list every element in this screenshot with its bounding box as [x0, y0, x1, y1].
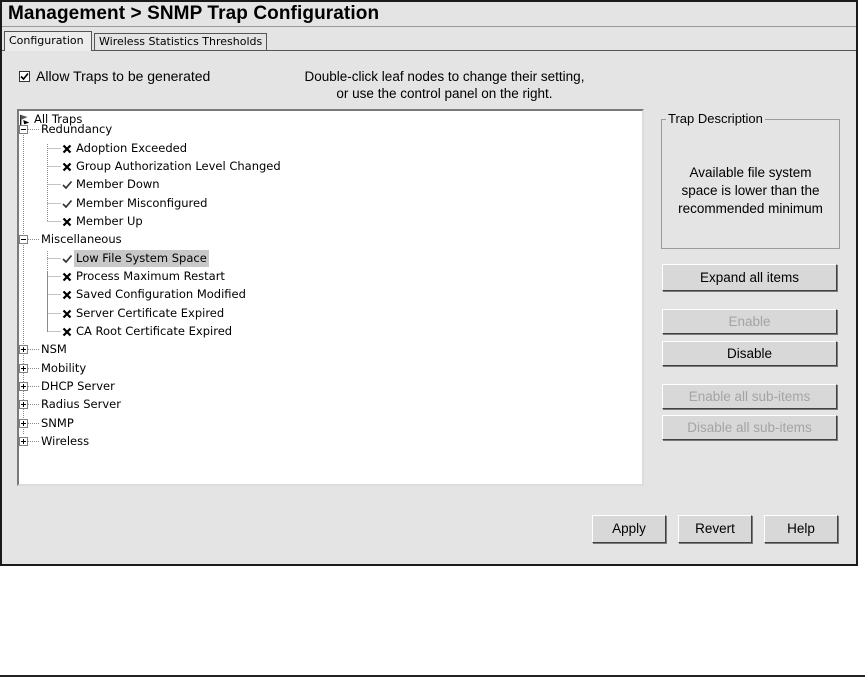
disabled-x-icon: [62, 272, 72, 281]
enabled-check-icon: [62, 180, 73, 189]
enabled-check-icon: [62, 254, 73, 263]
page-bottom-rule: [0, 675, 865, 677]
tree-group-miscellaneous[interactable]: Miscellaneous: [39, 231, 124, 248]
tree-item-label: Member Down: [76, 177, 160, 191]
tree-group-label: NSM: [41, 342, 67, 356]
tree-item-low-file-system-space[interactable]: Low File System Space: [61, 250, 209, 267]
tree-item-server-certificate-expired[interactable]: Server Certificate Expired: [61, 305, 226, 322]
tab-configuration[interactable]: Configuration: [4, 31, 92, 51]
collapse-redundancy-toggle[interactable]: [19, 125, 28, 134]
allow-traps-label: Allow Traps to be generated: [36, 68, 211, 84]
enable-button[interactable]: Enable: [662, 309, 837, 334]
tree-item-label: Member Misconfigured: [76, 196, 208, 210]
tree-group-label: SNMP: [41, 416, 74, 430]
trap-description-text: Available file system space is lower tha…: [666, 164, 835, 218]
enabled-check-icon: [62, 199, 73, 208]
snmp-trap-configuration-window: Management > SNMP Trap Configuration Con…: [0, 0, 858, 566]
tree-group-redundancy[interactable]: Redundancy: [39, 121, 114, 138]
expand-dhcp-server-toggle[interactable]: [19, 382, 28, 391]
instructions-text: Double-click leaf nodes to change their …: [277, 68, 612, 102]
trap-description-line-1: Available file system: [689, 165, 812, 180]
tree-group-snmp[interactable]: SNMP: [39, 415, 76, 432]
enable-all-sub-items-button[interactable]: Enable all sub-items: [662, 384, 837, 409]
allow-traps-option[interactable]: Allow Traps to be generated: [19, 68, 210, 84]
tree-item-ca-root-certificate-expired[interactable]: CA Root Certificate Expired: [61, 323, 234, 340]
tree-item-member-misconfigured[interactable]: Member Misconfigured: [61, 195, 209, 212]
trap-description-panel: Trap Description Available file system s…: [661, 111, 840, 249]
tree-item-adoption-exceeded[interactable]: Adoption Exceeded: [61, 140, 189, 157]
tree-group-label: DHCP Server: [41, 379, 115, 393]
expand-radius-server-toggle[interactable]: [19, 400, 28, 409]
tree-group-label: Radius Server: [41, 397, 121, 411]
tree-group-label: Mobility: [41, 361, 87, 375]
tree-item-label: Adoption Exceeded: [76, 141, 188, 155]
trap-description-line-3: recommended minimum: [678, 201, 823, 216]
tree-item-label-selected: Low File System Space: [74, 250, 209, 267]
disable-button[interactable]: Disable: [662, 341, 837, 366]
flag-icon: [20, 114, 30, 125]
expand-snmp-toggle[interactable]: [19, 419, 28, 428]
tree-item-label: Server Certificate Expired: [76, 306, 225, 320]
expand-wireless-toggle[interactable]: [19, 437, 28, 446]
help-button[interactable]: Help: [764, 515, 838, 543]
tree-group-label: Miscellaneous: [41, 232, 122, 246]
tree-group-nsm[interactable]: NSM: [39, 341, 69, 358]
expand-all-items-button[interactable]: Expand all items: [662, 264, 837, 291]
instructions-line-2: or use the control panel on the right.: [336, 86, 553, 101]
disabled-x-icon: [62, 309, 72, 318]
tree-item-process-maximum-restart[interactable]: Process Maximum Restart: [61, 268, 227, 285]
tree-group-radius-server[interactable]: Radius Server: [39, 396, 123, 413]
tree-item-member-up[interactable]: Member Up: [61, 213, 145, 230]
disable-all-sub-items-button[interactable]: Disable all sub-items: [662, 415, 837, 440]
trap-description-line-2: space is lower than the: [681, 183, 820, 198]
disabled-x-icon: [62, 162, 72, 171]
disabled-x-icon: [62, 290, 72, 299]
tree-item-saved-configuration-modified[interactable]: Saved Configuration Modified: [61, 286, 248, 303]
disabled-x-icon: [62, 217, 72, 226]
tree-group-label: Wireless: [41, 434, 90, 448]
page-title: Management > SNMP Trap Configuration: [8, 3, 380, 24]
checkmark-icon: [20, 72, 29, 80]
tree-item-label: Process Maximum Restart: [76, 269, 225, 283]
trap-description-legend: Trap Description: [666, 111, 765, 126]
tree-item-group-authorization-level-changed[interactable]: Group Authorization Level Changed: [61, 158, 283, 175]
tab-divider: [2, 50, 856, 51]
disabled-x-icon: [62, 327, 72, 336]
tree-item-label: Group Authorization Level Changed: [76, 159, 281, 173]
title-bar: Management > SNMP Trap Configuration: [2, 2, 856, 27]
revert-button[interactable]: Revert: [678, 515, 752, 543]
collapse-miscellaneous-toggle[interactable]: [19, 235, 28, 244]
tree-group-dhcp-server[interactable]: DHCP Server: [39, 378, 117, 395]
tree-group-wireless[interactable]: Wireless: [39, 433, 91, 450]
apply-button[interactable]: Apply: [592, 515, 666, 543]
trap-tree[interactable]: All Traps Redundancy Adoption Exceeded G…: [17, 109, 644, 486]
tree-group-label: Redundancy: [41, 122, 113, 136]
disabled-x-icon: [62, 144, 72, 153]
instructions-line-1: Double-click leaf nodes to change their …: [304, 69, 585, 84]
expand-nsm-toggle[interactable]: [19, 345, 28, 354]
tree-item-label: Member Up: [76, 214, 143, 228]
expand-mobility-toggle[interactable]: [19, 364, 28, 373]
tab-wireless-statistics-thresholds[interactable]: Wireless Statistics Thresholds: [94, 33, 267, 51]
tree-group-mobility[interactable]: Mobility: [39, 360, 88, 377]
tree-item-label: CA Root Certificate Expired: [76, 324, 233, 338]
tree-item-label: Saved Configuration Modified: [76, 287, 246, 301]
tree-item-member-down[interactable]: Member Down: [61, 176, 162, 193]
allow-traps-checkbox[interactable]: [19, 70, 30, 82]
